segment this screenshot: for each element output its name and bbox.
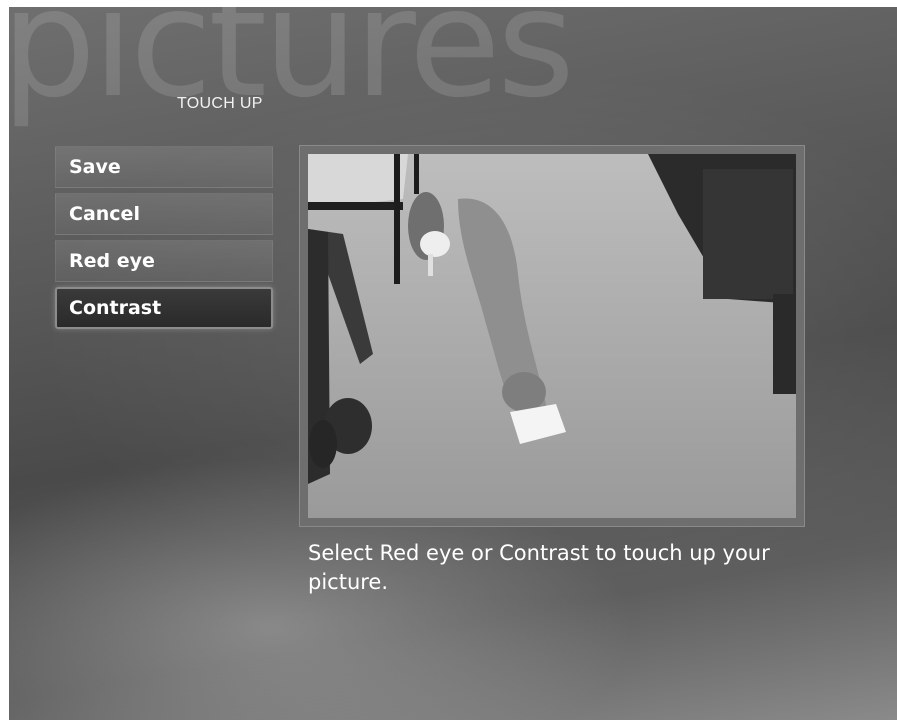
chair-rail	[308, 202, 403, 210]
chair-leg	[394, 154, 400, 284]
dresser-leg	[773, 294, 796, 394]
red-eye-button[interactable]: Red eye	[55, 240, 273, 282]
dresser-front	[703, 169, 793, 299]
contrast-button[interactable]: Contrast	[55, 287, 273, 329]
instruction-text: Select Red eye or Contrast to touch up y…	[308, 541, 770, 594]
chair-leg-back	[414, 154, 419, 194]
main-dog-head	[502, 372, 546, 412]
save-button[interactable]: Save	[55, 146, 273, 188]
small-dog-face	[420, 231, 450, 257]
photo-preview	[308, 154, 796, 518]
media-center-screen: pictures TOUCH UP Save Cancel Red eye Co…	[9, 7, 897, 720]
touch-up-menu: Save Cancel Red eye Contrast	[55, 146, 273, 334]
small-dog-leg	[428, 254, 433, 276]
photo-preview-frame	[299, 145, 805, 527]
cancel-button[interactable]: Cancel	[55, 193, 273, 235]
page-title: TOUCH UP	[177, 95, 263, 112]
section-watermark-title: pictures	[9, 7, 575, 131]
shoe	[309, 420, 337, 468]
